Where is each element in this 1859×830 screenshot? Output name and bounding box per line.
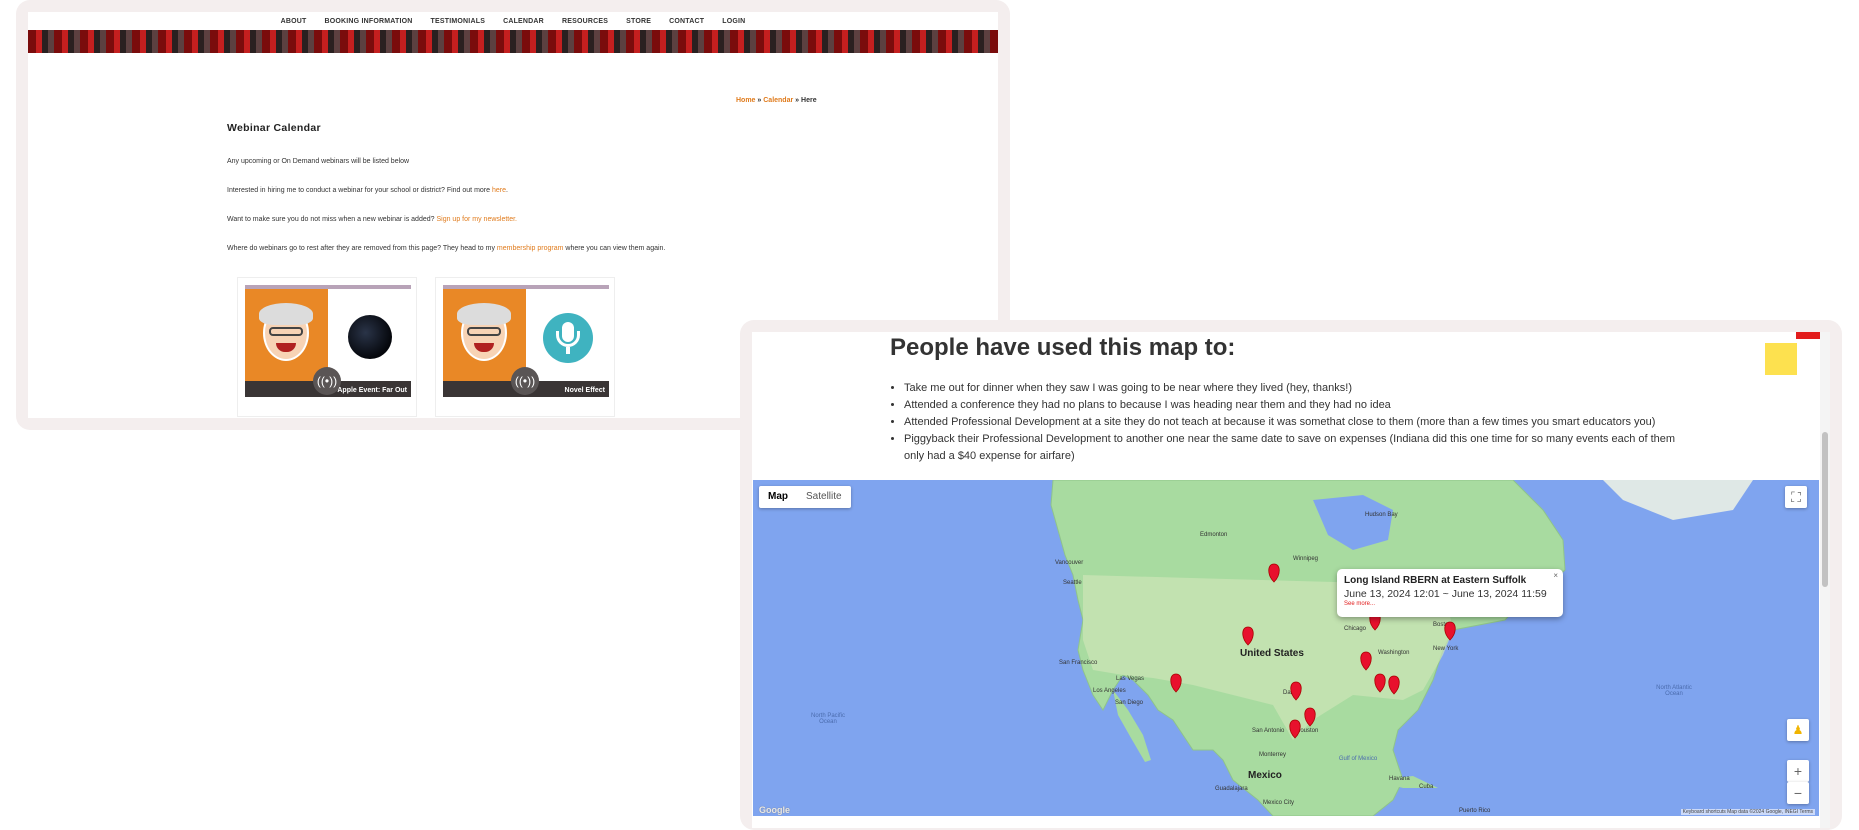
map-marker xyxy=(1290,681,1302,701)
events-map[interactable]: Vancouver Seattle Edmonton Winnipeg Huds… xyxy=(753,480,1819,816)
close-icon[interactable]: × xyxy=(1553,571,1558,580)
nav-resources[interactable]: RESOURCES xyxy=(562,18,608,25)
map-attribution[interactable]: Keyboard shortcuts Map data ©2024 Google… xyxy=(1680,809,1815,815)
list-item: Piggyback their Professional Development… xyxy=(904,431,1684,465)
hire-text: Interested in hiring me to conduct a web… xyxy=(227,187,508,194)
page-title: Webinar Calendar xyxy=(227,122,321,134)
newsletter-text: Want to make sure you do not miss when a… xyxy=(227,216,518,223)
membership-text: Where do webinars go to rest after they … xyxy=(227,245,666,252)
map-marker xyxy=(1444,621,1456,641)
header-banner xyxy=(28,30,998,53)
uses-list: Take me out for dinner when they saw I w… xyxy=(904,380,1684,465)
newsletter-link[interactable]: Sign up for my newsletter. xyxy=(436,216,517,223)
list-item: Attended Professional Development at a s… xyxy=(904,414,1684,431)
list-item: Take me out for dinner when they saw I w… xyxy=(904,380,1684,397)
map-type-map[interactable]: Map xyxy=(759,486,797,508)
see-more-link[interactable]: See more... xyxy=(1344,601,1556,607)
map-page-screenshot: People have used this map to: Take me ou… xyxy=(740,320,1842,830)
map-marker xyxy=(1242,626,1254,646)
map-marker xyxy=(1304,707,1316,727)
apple-event-icon xyxy=(348,315,392,359)
map-marker xyxy=(1374,673,1386,693)
nav-testimonials[interactable]: TESTIMONIALS xyxy=(431,18,486,25)
scrollbar-thumb[interactable] xyxy=(1822,432,1828,587)
info-date: June 13, 2024 12:01 ~ June 13, 2024 11:5… xyxy=(1344,588,1547,600)
map-marker xyxy=(1388,675,1400,695)
google-logo: Google xyxy=(759,805,790,815)
webinar-content: Webinar Calendar Any upcoming or On Dema… xyxy=(227,122,787,274)
fullscreen-icon[interactable]: ⛶ xyxy=(1785,486,1807,508)
top-navigation: ABOUT BOOKING INFORMATION TESTIMONIALS C… xyxy=(28,12,998,30)
map-marker xyxy=(1289,719,1301,739)
nav-login[interactable]: LOGIN xyxy=(722,18,745,25)
breadcrumb-current: Here xyxy=(801,97,817,104)
info-title: Long Island RBERN at Eastern Suffolk xyxy=(1344,575,1527,586)
nav-booking-information[interactable]: BOOKING INFORMATION xyxy=(324,18,412,25)
webinar-title: Apple Event: Far Out xyxy=(337,387,407,394)
breadcrumb-home[interactable]: Home xyxy=(736,97,755,104)
podcast-icon: ((•)) xyxy=(511,367,539,395)
webinar-thumbnail[interactable]: ((•)) Apple Event: Far Out xyxy=(245,285,411,397)
map-marker xyxy=(1170,673,1182,693)
zoom-out-icon[interactable]: − xyxy=(1787,782,1809,804)
map-marker xyxy=(1268,563,1280,583)
breadcrumb-calendar[interactable]: Calendar xyxy=(763,97,793,104)
avatar xyxy=(457,303,511,363)
nav-contact[interactable]: CONTACT xyxy=(669,18,704,25)
page-scrollbar[interactable] xyxy=(1820,332,1830,828)
page-heading: People have used this map to: xyxy=(890,334,1236,361)
list-item: Attended a conference they had no plans … xyxy=(904,397,1684,414)
microphone-icon xyxy=(543,313,593,363)
hire-link[interactable]: here xyxy=(492,187,506,194)
intro-text: Any upcoming or On Demand webinars will … xyxy=(227,158,410,165)
map-markers xyxy=(1170,563,1456,739)
webinar-thumbnail[interactable]: ((•)) Novel Effect xyxy=(443,285,609,397)
zoom-in-icon[interactable]: + xyxy=(1787,760,1809,782)
webinar-card[interactable]: ((•)) Novel Effect xyxy=(435,277,615,417)
map-type-satellite[interactable]: Satellite xyxy=(797,486,851,508)
map-type-control: Map Satellite xyxy=(759,486,851,508)
nav-calendar[interactable]: CALENDAR xyxy=(503,18,544,25)
pegman-icon[interactable]: ♟ xyxy=(1787,719,1809,741)
membership-link[interactable]: membership program xyxy=(497,245,564,252)
nav-about[interactable]: ABOUT xyxy=(281,18,307,25)
map-info-window: × Long Island RBERN at Eastern Suffolk J… xyxy=(1337,569,1563,617)
webinar-card[interactable]: ((•)) Apple Event: Far Out xyxy=(237,277,417,417)
map-page: People have used this map to: Take me ou… xyxy=(752,332,1830,828)
nav-store[interactable]: STORE xyxy=(626,18,651,25)
avatar xyxy=(259,303,313,363)
yellow-badge xyxy=(1765,343,1797,375)
map-marker xyxy=(1360,651,1372,671)
breadcrumb: Home » Calendar » Here xyxy=(736,97,817,104)
webinar-title: Novel Effect xyxy=(564,387,605,394)
